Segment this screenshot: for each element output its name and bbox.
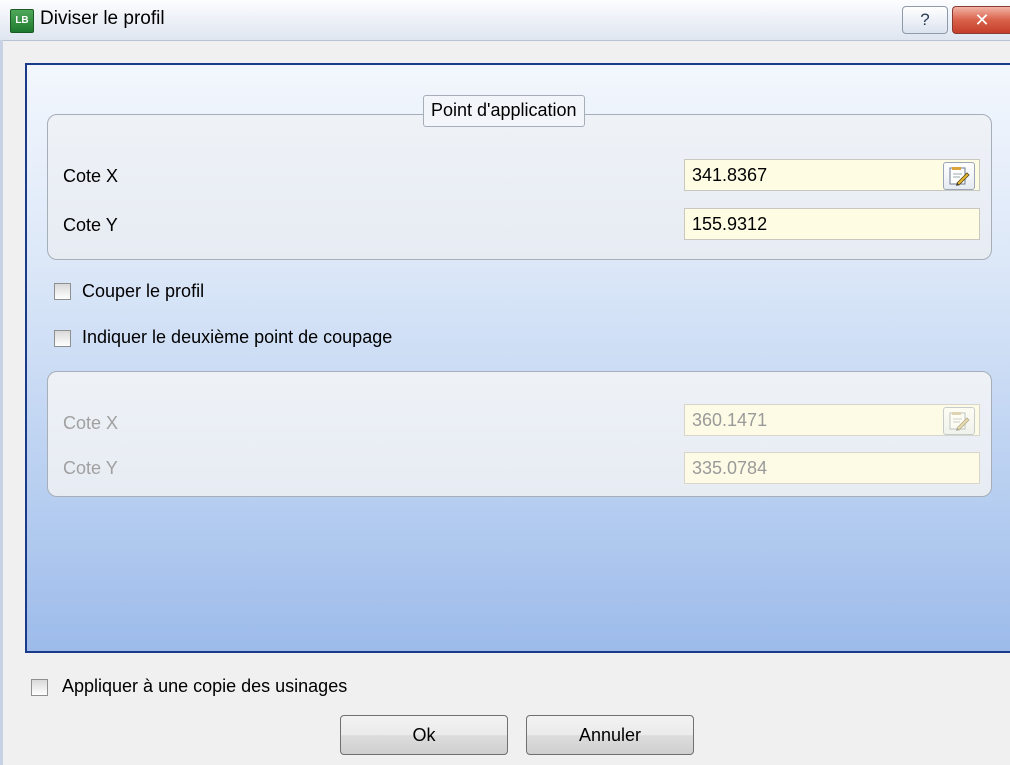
cut-profile-label[interactable]: Couper le profil <box>82 281 204 302</box>
cote-y-field[interactable]: 155.9312 <box>684 208 980 240</box>
cut-profile-checkbox[interactable] <box>54 283 71 300</box>
cote-x-value-2: 360.1471 <box>692 410 768 430</box>
cote-y-value: 155.9312 <box>692 214 768 234</box>
title-bar[interactable]: LB Diviser le profil ? ✕ <box>0 0 1010 41</box>
close-button[interactable]: ✕ <box>952 6 1010 34</box>
pick-point-button[interactable] <box>943 162 975 190</box>
window-frame <box>0 40 3 765</box>
app-icon: LB <box>10 9 34 33</box>
apply-copy-checkbox[interactable] <box>31 679 48 696</box>
cote-x-field-2[interactable]: 360.1471 <box>684 404 980 436</box>
window-title: Diviser le profil <box>40 8 165 29</box>
second-point-checkbox[interactable] <box>54 330 71 347</box>
application-point-legend: Point d'application <box>423 95 585 127</box>
cote-x-label: Cote X <box>63 166 119 186</box>
second-point-label[interactable]: Indiquer le deuxième point de coupage <box>82 327 392 348</box>
cote-x-field[interactable]: 341.8367 <box>684 159 980 191</box>
ok-button[interactable]: Ok <box>340 715 508 755</box>
cote-x-label-2: Cote X <box>63 413 119 433</box>
close-icon: ✕ <box>974 10 990 30</box>
cote-y-field-2[interactable]: 335.0784 <box>684 452 980 484</box>
cote-y-label-2: Cote Y <box>63 458 118 478</box>
cote-y-label: Cote Y <box>63 215 118 235</box>
cote-x-value: 341.8367 <box>692 165 768 185</box>
cancel-button[interactable]: Annuler <box>526 715 694 755</box>
edit-icon <box>949 167 970 186</box>
cote-y-value-2: 335.0784 <box>692 458 768 478</box>
apply-copy-label[interactable]: Appliquer à une copie des usinages <box>62 676 347 697</box>
pick-point-button-2[interactable] <box>943 407 975 435</box>
edit-icon <box>949 412 970 431</box>
help-button[interactable]: ? <box>902 6 948 34</box>
